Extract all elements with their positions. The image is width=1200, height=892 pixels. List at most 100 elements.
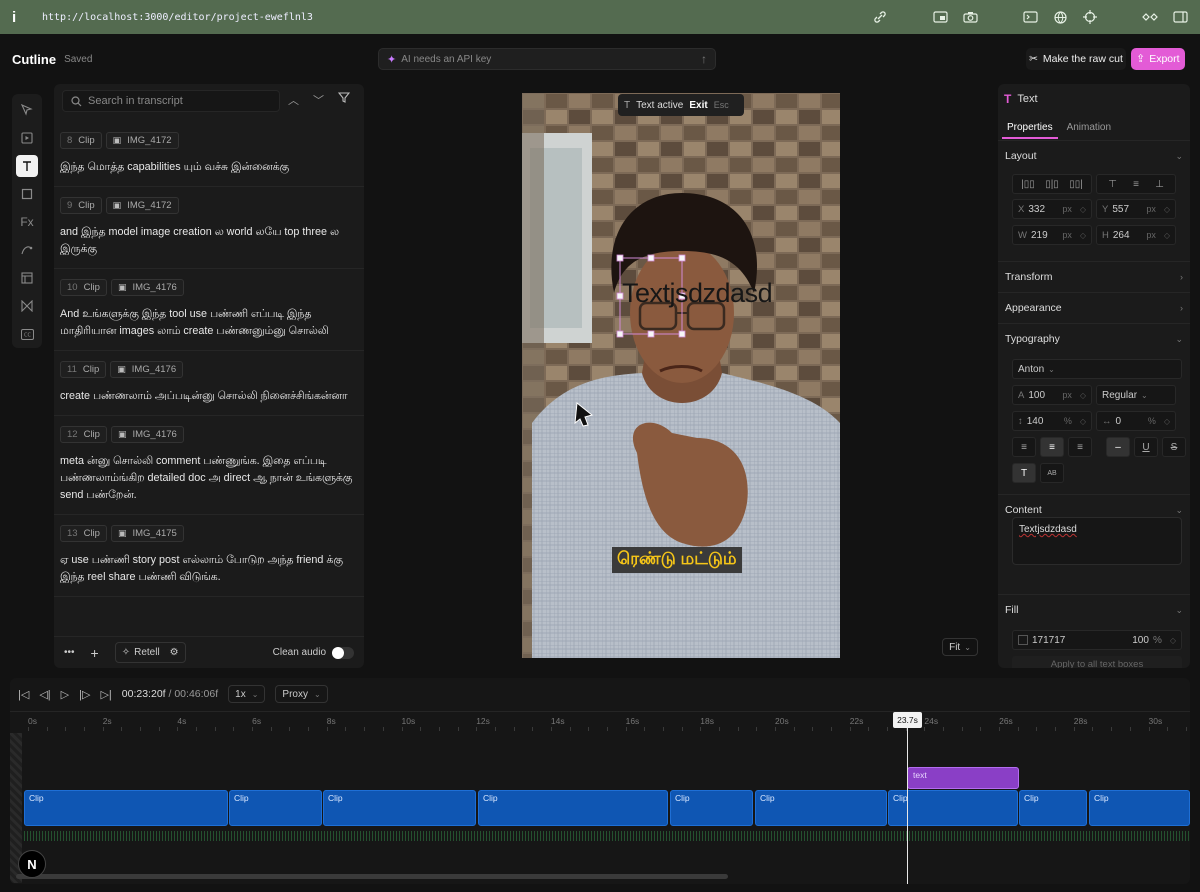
skip-to-start-icon[interactable]: |◁ [18, 688, 29, 701]
ai-prompt-input[interactable]: ✦ AI needs an API key ↑ [378, 48, 716, 70]
text-align-center-icon[interactable]: ≡ [1040, 437, 1064, 457]
path-tool-icon[interactable] [16, 239, 38, 261]
shape-tool-icon[interactable] [16, 183, 38, 205]
source-chip[interactable]: ▣ IMG_4175 [110, 525, 184, 542]
no-decoration-icon[interactable]: – [1106, 437, 1130, 457]
fill-swatch[interactable] [1018, 635, 1028, 645]
text-align-right-icon[interactable]: ≡ [1068, 437, 1092, 457]
clip-chip[interactable]: 13 Clip [60, 525, 107, 542]
filter-icon[interactable] [337, 92, 351, 108]
line-height-input[interactable]: ↕ 140 % ◇ [1012, 411, 1092, 431]
keyframe-icon[interactable]: ◇ [1164, 417, 1170, 426]
video-clip[interactable]: Clip [24, 790, 228, 826]
transcript-segment[interactable]: 8 Clip ▣ IMG_4172 இந்த மொத்த capabilities யு… [54, 122, 364, 187]
keyframe-icon[interactable]: ◇ [1080, 205, 1086, 214]
height-input[interactable]: H 264 px ◇ [1096, 225, 1176, 245]
tab-properties[interactable]: Properties [1002, 118, 1058, 139]
segment-text[interactable]: And உங்களுக்கு இந்த tool use பண்ணி எப்பட… [60, 306, 358, 340]
text-tool-icon[interactable] [16, 155, 38, 177]
vertical-align-group[interactable]: ⊤ ≡ ⊥ [1096, 174, 1176, 194]
terminal-icon[interactable] [1022, 9, 1038, 25]
uppercase-icon[interactable]: AB [1040, 463, 1064, 483]
source-chip[interactable]: ▣ IMG_4176 [110, 426, 184, 443]
video-clip[interactable]: Clip [478, 790, 668, 826]
keyframe-icon[interactable]: ◇ [1164, 231, 1170, 240]
picture-in-picture-icon[interactable] [932, 9, 948, 25]
retell-button[interactable]: ✧ Retell ⚙ [114, 642, 186, 663]
align-right-icon[interactable]: ▯▯| [1069, 179, 1083, 190]
transcript-search-input[interactable]: Search in transcript [62, 90, 280, 112]
select-tool-icon[interactable] [16, 99, 38, 121]
keyframe-icon[interactable]: ◇ [1080, 417, 1086, 426]
align-center-h-icon[interactable]: ▯|▯ [1045, 179, 1059, 190]
content-textarea[interactable]: Textjsdzdasd [1012, 517, 1182, 565]
info-icon[interactable]: i [12, 9, 34, 26]
chevron-up-icon[interactable]: ︿ [288, 92, 299, 108]
video-clip[interactable]: Clip [1019, 790, 1087, 826]
gear-icon[interactable]: ⚙ [170, 647, 179, 658]
keyframe-icon[interactable]: ◇ [1080, 391, 1086, 400]
timeline-scrollbar[interactable] [16, 874, 728, 879]
clip-chip[interactable]: 12 Clip [60, 426, 107, 443]
source-chip[interactable]: ▣ IMG_4176 [110, 361, 184, 378]
address-bar[interactable]: http://localhost:3000/editor/project-ewe… [42, 12, 872, 23]
font-size-input[interactable]: A 100 px ◇ [1012, 385, 1092, 405]
layout-section-header[interactable]: Layout ⌄ [998, 141, 1190, 171]
media-tool-icon[interactable] [16, 127, 38, 149]
fill-section-header[interactable]: Fill ⌄ [998, 595, 1190, 625]
playhead[interactable] [907, 728, 908, 884]
align-left-icon[interactable]: |▯▯ [1021, 179, 1035, 190]
exit-button[interactable]: Exit [689, 100, 707, 111]
zoom-fit-dropdown[interactable]: Fit ⌄ [942, 638, 978, 656]
video-clip[interactable]: Clip [323, 790, 476, 826]
send-arrow-icon[interactable]: ↑ [701, 52, 707, 66]
text-align-left-icon[interactable]: ≡ [1012, 437, 1036, 457]
camera-icon[interactable] [962, 9, 978, 25]
link-icon[interactable] [872, 9, 888, 25]
transcript-segment[interactable]: 13 Clip ▣ IMG_4175 ஏ use பண்ணி story post எல… [54, 515, 364, 597]
tab-animation[interactable]: Animation [1062, 118, 1116, 139]
segment-text[interactable]: meta ன்னு சொல்லி comment பண்ணுங்க. இதை எ… [60, 453, 358, 504]
typography-section-header[interactable]: Typography ⌄ [998, 324, 1190, 354]
globe-icon[interactable] [1052, 9, 1068, 25]
text-overlay[interactable]: Textjsdzdasd [622, 278, 773, 309]
caption-subtitle[interactable]: ரெண்டு மட்டும் [612, 547, 742, 573]
segment-text[interactable]: create பண்ணலாம் அப்படின்னு சொல்லி நினைச்… [60, 388, 358, 405]
keyframe-icon[interactable]: ◇ [1164, 205, 1170, 214]
video-preview[interactable]: Textjsdzdasd ரெண்டு மட்டும் [522, 93, 840, 658]
keyframe-icon[interactable]: ◇ [1080, 231, 1086, 240]
segment-text[interactable]: and இந்த model image creation ல world லய… [60, 224, 358, 258]
playback-speed-select[interactable]: 1x ⌄ [228, 685, 266, 703]
transform-section-header[interactable]: Transform › [998, 262, 1190, 292]
keyframe-icon[interactable]: ◇ [1170, 636, 1176, 645]
source-chip[interactable]: ▣ IMG_4176 [110, 279, 184, 296]
clean-audio-toggle[interactable] [332, 646, 354, 659]
video-clip[interactable]: Clip [755, 790, 887, 826]
proxy-select[interactable]: Proxy ⌄ [275, 685, 328, 703]
normal-case-icon[interactable]: T [1012, 463, 1036, 483]
captions-tool-icon[interactable]: CC [16, 323, 38, 345]
more-options-icon[interactable]: ••• [64, 647, 75, 658]
segment-text[interactable]: இந்த மொத்த capabilities யும் வச்சு இன்னை… [60, 159, 358, 176]
skip-to-end-icon[interactable]: ▷| [100, 688, 111, 701]
make-raw-cut-button[interactable]: ✂ Make the raw cut [1026, 48, 1126, 70]
align-top-icon[interactable]: ⊤ [1108, 179, 1117, 190]
align-bottom-icon[interactable]: ⊥ [1155, 179, 1164, 190]
source-chip[interactable]: ▣ IMG_4172 [105, 197, 179, 214]
transcript-segment[interactable]: 10 Clip ▣ IMG_4176 And உங்களுக்கு இந்த tool … [54, 269, 364, 351]
font-family-select[interactable]: Anton ⌄ [1012, 359, 1182, 379]
effects-tool-icon[interactable]: Fx [16, 211, 38, 233]
appearance-section-header[interactable]: Appearance › [998, 293, 1190, 323]
step-forward-icon[interactable]: |▷ [79, 688, 90, 701]
source-chip[interactable]: ▣ IMG_4172 [105, 132, 179, 149]
text-clip[interactable]: text [907, 767, 1019, 789]
layout-tool-icon[interactable] [16, 267, 38, 289]
extension-icon[interactable] [1142, 9, 1158, 25]
time-ruler[interactable]: 0s 2s 4s 6s 8s 10s 12s 14s 16s 18s 20s 22s 24s 26s 28s… [10, 711, 1190, 733]
segment-text[interactable]: ஏ use பண்ணி story post எல்லாம் போடுற அந்… [60, 552, 358, 586]
chevron-down-icon[interactable]: ﹀ [313, 92, 324, 108]
transition-tool-icon[interactable] [16, 295, 38, 317]
y-input[interactable]: Y 557 px ◇ [1096, 199, 1176, 219]
width-input[interactable]: W 219 px ◇ [1012, 225, 1092, 245]
font-weight-select[interactable]: Regular ⌄ [1096, 385, 1176, 405]
